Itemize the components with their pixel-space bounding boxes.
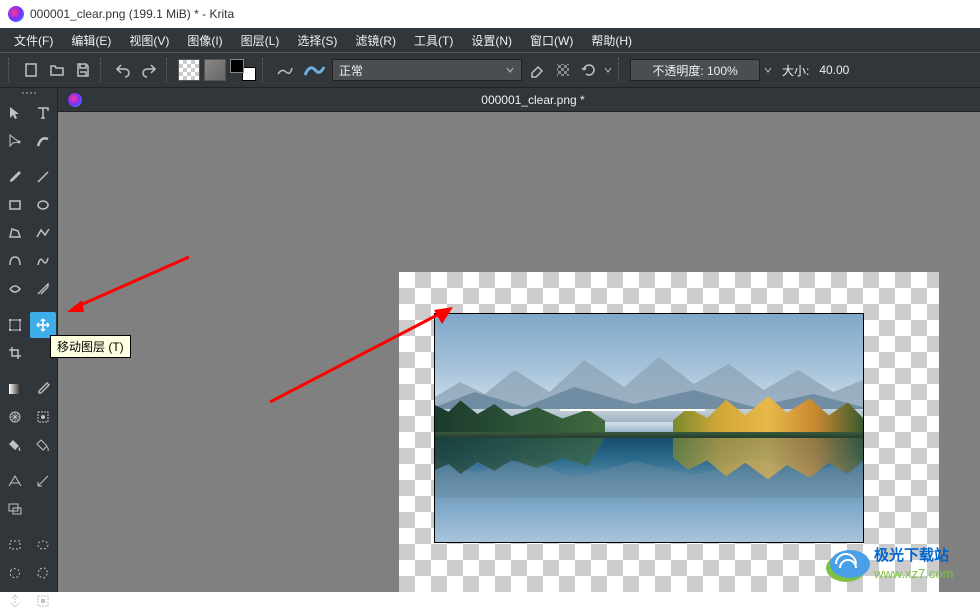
pointer-tool[interactable] bbox=[2, 100, 28, 126]
undo-button[interactable] bbox=[112, 59, 134, 81]
menu-window[interactable]: 窗口(W) bbox=[524, 30, 579, 51]
brush-stroke bbox=[560, 409, 705, 411]
separator-icon bbox=[618, 58, 624, 82]
separator-icon bbox=[100, 58, 106, 82]
opacity-value: 不透明度: 100% bbox=[652, 62, 737, 79]
brush-settings-button[interactable] bbox=[274, 59, 296, 81]
assistants-tool[interactable] bbox=[2, 468, 28, 494]
smart-patch-tool[interactable] bbox=[30, 404, 56, 430]
watermark: 极光下载站 www.xz7.com bbox=[824, 542, 974, 586]
watermark-line2: www.xz7.com bbox=[873, 566, 953, 581]
ellipse-select-tool[interactable] bbox=[30, 532, 56, 558]
blend-mode-select[interactable]: 正常 bbox=[332, 59, 522, 81]
polyline-tool[interactable] bbox=[30, 220, 56, 246]
brush-preset-button[interactable] bbox=[300, 59, 328, 81]
document-pane: 000001_clear.png * bbox=[58, 88, 980, 592]
freehand-path-tool[interactable] bbox=[30, 248, 56, 274]
multibrush-tool[interactable] bbox=[30, 276, 56, 302]
menu-settings[interactable]: 设置(N) bbox=[465, 30, 518, 51]
menu-edit[interactable]: 编辑(E) bbox=[65, 30, 117, 51]
enclose-fill-tool[interactable] bbox=[30, 432, 56, 458]
line-tool[interactable] bbox=[30, 164, 56, 190]
chevron-down-icon[interactable] bbox=[604, 65, 612, 75]
edit-shapes-tool[interactable] bbox=[2, 128, 28, 154]
fg-bg-color[interactable] bbox=[230, 59, 256, 81]
bezier-tool[interactable] bbox=[2, 248, 28, 274]
pattern-swatch[interactable] bbox=[178, 59, 200, 81]
ellipse-tool[interactable] bbox=[30, 192, 56, 218]
top-toolbar: 正常 不透明度: 100% 大小: 40.00 bbox=[0, 52, 980, 88]
menu-tool[interactable]: 工具(T) bbox=[408, 30, 459, 51]
menubar: 文件(F) 编辑(E) 视图(V) 图像(I) 图层(L) 选择(S) 滤镜(R… bbox=[0, 28, 980, 52]
window-title: 000001_clear.png (199.1 MiB) * - Krita bbox=[30, 7, 234, 21]
brush-tool[interactable] bbox=[2, 164, 28, 190]
calligraphy-tool[interactable] bbox=[30, 128, 56, 154]
save-button[interactable] bbox=[72, 59, 94, 81]
reference-tool[interactable] bbox=[2, 496, 28, 522]
app-icon bbox=[8, 6, 24, 22]
menu-layer[interactable]: 图层(L) bbox=[235, 30, 286, 51]
empty-slot2 bbox=[30, 496, 56, 522]
rect-select-tool[interactable] bbox=[2, 532, 28, 558]
measure-tool[interactable] bbox=[30, 468, 56, 494]
blend-mode-value: 正常 bbox=[339, 62, 363, 79]
document-tab-title[interactable]: 000001_clear.png * bbox=[86, 93, 980, 107]
alpha-lock-button[interactable] bbox=[552, 59, 574, 81]
titlebar: 000001_clear.png (199.1 MiB) * - Krita bbox=[0, 0, 980, 28]
size-value: 40.00 bbox=[813, 63, 853, 77]
polygon-tool[interactable] bbox=[2, 220, 28, 246]
gradient-tool[interactable] bbox=[2, 376, 28, 402]
document-tab-bar: 000001_clear.png * bbox=[58, 88, 980, 112]
move-tool-tooltip: 移动图层 (T) bbox=[50, 335, 131, 358]
image-layer bbox=[434, 313, 864, 543]
menu-image[interactable]: 图像(I) bbox=[181, 30, 228, 51]
fill-tool[interactable] bbox=[2, 432, 28, 458]
separator-icon bbox=[8, 58, 14, 82]
text-tool[interactable] bbox=[30, 100, 56, 126]
redo-button[interactable] bbox=[138, 59, 160, 81]
chevron-down-icon[interactable] bbox=[764, 65, 772, 75]
color-picker-tool[interactable] bbox=[30, 376, 56, 402]
reload-preset-button[interactable] bbox=[578, 59, 600, 81]
size-label: 大小: bbox=[782, 62, 809, 79]
eraser-button[interactable] bbox=[526, 59, 548, 81]
chevron-down-icon bbox=[505, 65, 515, 75]
menu-view[interactable]: 视图(V) bbox=[123, 30, 175, 51]
open-button[interactable] bbox=[46, 59, 68, 81]
rectangle-tool[interactable] bbox=[2, 192, 28, 218]
document-tab-icon[interactable] bbox=[64, 89, 86, 111]
opacity-slider[interactable]: 不透明度: 100% bbox=[630, 59, 760, 81]
separator-icon bbox=[262, 58, 268, 82]
dynamic-brush-tool[interactable] bbox=[2, 276, 28, 302]
new-button[interactable] bbox=[20, 59, 42, 81]
polygonal-select-tool[interactable] bbox=[30, 560, 56, 586]
menu-file[interactable]: 文件(F) bbox=[8, 30, 59, 51]
freehand-select-tool[interactable] bbox=[2, 560, 28, 586]
separator-icon bbox=[166, 58, 172, 82]
transform-tool[interactable] bbox=[2, 312, 28, 338]
crop-tool[interactable] bbox=[2, 340, 28, 366]
canvas-viewport[interactable] bbox=[58, 112, 980, 592]
pattern-edit-tool[interactable] bbox=[2, 404, 28, 430]
menu-filter[interactable]: 滤镜(R) bbox=[349, 30, 402, 51]
menu-help[interactable]: 帮助(H) bbox=[585, 30, 638, 51]
gradient-swatch[interactable] bbox=[204, 59, 226, 81]
watermark-line1: 极光下载站 bbox=[874, 546, 949, 564]
menu-select[interactable]: 选择(S) bbox=[291, 30, 343, 51]
dock-handle-icon[interactable] bbox=[2, 92, 55, 98]
